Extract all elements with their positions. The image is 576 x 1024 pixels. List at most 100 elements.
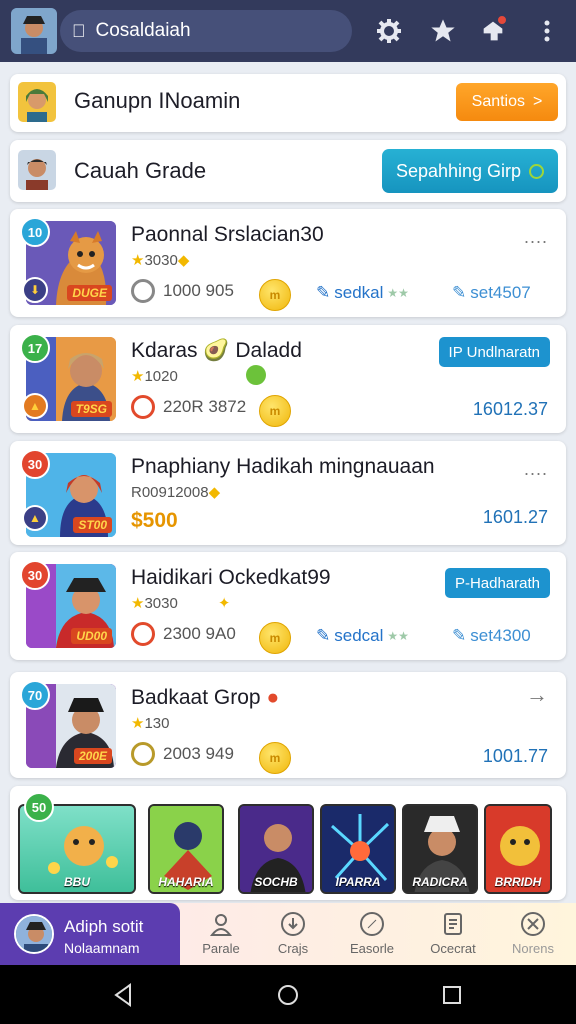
tile-label: BBU [64, 875, 90, 889]
game-count: 2300 9A0 [163, 624, 236, 643]
bottom-navigation: Adiph sotit Nolaamnam Parale Crajs Easor… [0, 903, 576, 965]
nav-item-parale[interactable]: Parale [186, 911, 256, 956]
notification-badge [496, 14, 508, 26]
coin-icon: m [259, 279, 291, 311]
stars-icon: ★★ [387, 286, 409, 300]
person-icon [209, 914, 233, 936]
game-stats: 2300 9A0 [131, 622, 236, 646]
download-icon [281, 912, 305, 936]
download-icon: ⬇ [22, 277, 48, 303]
nav-item-crajs[interactable]: Crajs [258, 911, 328, 956]
gear-icon[interactable] [372, 14, 406, 48]
bomb-icon: ● [266, 686, 280, 709]
tile-label: SOCHB [254, 875, 298, 889]
chevron-right-icon: > [533, 93, 543, 110]
game-subtitle-text: 3030 [144, 252, 178, 269]
nav-label: Parale [202, 941, 240, 956]
game-count: 220R 3872 [163, 397, 247, 416]
featured-tiles: BBU HAHARIA SOCHB IPARRA RADICRA BRRIDH [18, 804, 558, 896]
featured-tile[interactable]: RADICRA [402, 804, 478, 894]
pencil-icon: ✎ [452, 626, 467, 645]
rank-badge: 17 [20, 333, 50, 363]
rank-badge: 50 [24, 792, 54, 822]
set-text: set4300 [470, 626, 531, 645]
profile-avatar[interactable] [11, 8, 57, 54]
featured-tile[interactable]: HAHARIA [148, 804, 224, 894]
more-vertical-icon[interactable] [530, 14, 564, 48]
featured-tile[interactable]: SOCHB [238, 804, 314, 894]
app-title-pill[interactable]:  Cosaldaiah [60, 10, 352, 52]
game-subtitle-text: R00912008 [131, 484, 209, 501]
top-app-bar:  Cosaldaiah [0, 0, 576, 62]
coin-icon: m [259, 742, 291, 774]
group-header-card: Ganupn INoamin Santios > [10, 74, 566, 132]
nav-item-easorle[interactable]: Easorle [337, 911, 407, 956]
group-title: Ganupn INoamin [74, 88, 241, 113]
app-title: Cosaldaiah [82, 20, 191, 41]
grade-group-button[interactable]: Sepahhing Girp [382, 149, 558, 193]
rank-badge: 30 [20, 449, 50, 479]
settings-button-label: Santios [471, 93, 526, 110]
game-subtitle: ★130 [131, 714, 169, 732]
game-count: 1000 905 [163, 281, 234, 300]
tile-label: HAHARIA [158, 875, 214, 889]
user-profile-tab[interactable]: Adiph sotit Nolaamnam [0, 903, 180, 965]
more-horizontal-icon[interactable]: .... [524, 459, 548, 480]
game-card[interactable]: 30 UD00 Haidikari Ockedkat99 ★3030 ✦ 2300… [10, 552, 566, 660]
tag-text: sedcal [334, 626, 384, 645]
flame-icon: ▲ [22, 505, 48, 531]
update-button[interactable]: P-Hadharath [444, 568, 550, 598]
game-card[interactable]: 70 200E Badkaat Grop ● ★130 2003 949 m 1… [10, 672, 566, 778]
system-navigation-bar [0, 965, 576, 1024]
game-value: 16012.37 [472, 399, 548, 419]
game-stats: 220R 3872 [131, 395, 246, 419]
featured-tile[interactable]: BRRIDH [484, 804, 552, 894]
star-icon[interactable] [426, 14, 460, 48]
tile-label: IPARRA [335, 875, 381, 889]
game-subtitle-text: 3030 [144, 595, 178, 612]
game-card[interactable]: 17 T9SG ▲ Kdaras 🥑 Daladd ★1020 220R 387… [10, 325, 566, 433]
tile-label: BRRIDH [494, 875, 542, 889]
grade-group-button-label: Sepahhing Girp [395, 160, 522, 181]
game-title: Paonnal Srslacian30 [131, 223, 324, 246]
thumbnail-label: T9SG [70, 401, 112, 417]
more-horizontal-icon[interactable]: .... [524, 227, 548, 248]
user-subtitle: Nolaamnam [64, 940, 140, 956]
game-title: Badkaat Grop ● [131, 686, 279, 710]
star-icon: ★ [131, 595, 145, 612]
star-icon: ★ [131, 368, 145, 385]
user-avatar [14, 914, 54, 954]
star-icon: ★ [131, 715, 145, 732]
tools-icon [521, 912, 545, 936]
update-button[interactable]: IP Undlnaratn [438, 337, 550, 367]
pencil-icon: ✎ [452, 283, 467, 302]
grade-card: Cauah Grade Sepahhing Girp [10, 140, 566, 202]
notification-icon[interactable] [476, 14, 510, 48]
game-card[interactable]: 30 ST00 ▲ Pnaphiany Hadikah mingnauaan R… [10, 441, 566, 545]
tag-link[interactable]: ✎ sedkal ★★ [316, 283, 409, 303]
green-dot-icon [246, 365, 266, 385]
set-link[interactable]: ✎ set4300 [452, 626, 531, 646]
game-stats: 2003 949 [131, 742, 234, 766]
game-title: Haidikari Ockedkat99 [131, 566, 331, 589]
grade-avatar [18, 150, 56, 190]
tag-link[interactable]: ✎ sedcal ★★ [316, 626, 409, 646]
gem-icon: ◆ [208, 484, 221, 501]
circle-icon [131, 742, 155, 766]
nav-item-norens[interactable]: Norens [498, 911, 568, 956]
nav-label: Easorle [349, 941, 395, 956]
featured-tile[interactable]: IPARRA [320, 804, 396, 894]
game-stats: 1000 905 [131, 279, 234, 303]
set-link[interactable]: ✎ set4507 [452, 283, 531, 303]
game-card[interactable]: 10 DUGE ⬇ Paonnal Srslacian30 ★3030◆ 100… [10, 209, 566, 317]
settings-button[interactable]: Santios > [456, 83, 558, 121]
game-subtitle-text: 1020 [144, 368, 178, 385]
game-title: Pnaphiany Hadikah mingnauaan [131, 455, 435, 478]
home-icon[interactable] [277, 983, 299, 1007]
arrow-right-icon[interactable]: → [526, 682, 548, 708]
coin-icon: m [259, 395, 291, 427]
recents-icon[interactable] [441, 983, 463, 1007]
back-icon[interactable] [112, 983, 134, 1007]
game-subtitle-text: 130 [144, 715, 170, 732]
nav-item-ocecrat[interactable]: Ocecrat [418, 911, 488, 956]
